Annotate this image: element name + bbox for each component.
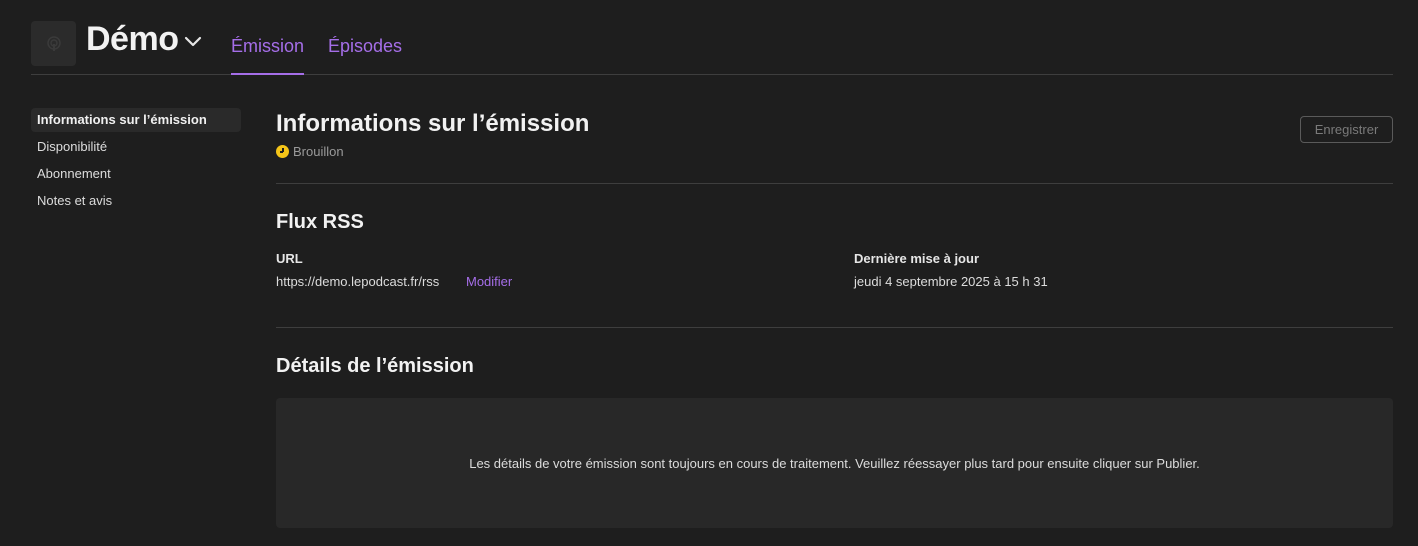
top-header: Démo Émission Épisodes	[31, 0, 1393, 75]
tab-emission[interactable]: Émission	[231, 36, 305, 75]
last-updated-value: jeudi 4 septembre 2025 à 15 h 31	[854, 274, 1048, 289]
sidebar: Informations sur l’émission Disponibilit…	[31, 108, 241, 216]
status-badge: Brouillon	[276, 144, 344, 159]
show-title[interactable]: Démo	[86, 20, 179, 59]
divider	[276, 327, 1393, 328]
rss-url-value: https://demo.lepodcast.fr/rss	[276, 274, 440, 289]
modify-url-link[interactable]: Modifier	[466, 274, 512, 289]
details-section-title: Détails de l’émission	[276, 355, 474, 377]
chevron-down-icon[interactable]	[181, 30, 205, 54]
status-label: Brouillon	[293, 144, 344, 159]
page-title: Informations sur l’émission	[276, 110, 590, 137]
details-processing-panel: Les détails de votre émission sont toujo…	[276, 398, 1393, 528]
sidebar-item-availability[interactable]: Disponibilité	[31, 135, 241, 159]
sidebar-item-subscription[interactable]: Abonnement	[31, 162, 241, 186]
divider	[276, 183, 1393, 184]
processing-message: Les détails de votre émission sont toujo…	[469, 455, 1200, 471]
podcast-icon	[46, 35, 61, 51]
show-artwork[interactable]	[31, 21, 76, 66]
tab-episodes[interactable]: Épisodes	[328, 36, 402, 75]
sidebar-item-ratings-reviews[interactable]: Notes et avis	[31, 189, 241, 213]
rss-section-title: Flux RSS	[276, 211, 364, 233]
save-button[interactable]: Enregistrer	[1300, 116, 1393, 143]
url-label: URL	[276, 251, 303, 266]
clock-icon	[276, 145, 289, 158]
sidebar-item-show-info[interactable]: Informations sur l’émission	[31, 108, 241, 132]
last-updated-label: Dernière mise à jour	[854, 251, 979, 266]
